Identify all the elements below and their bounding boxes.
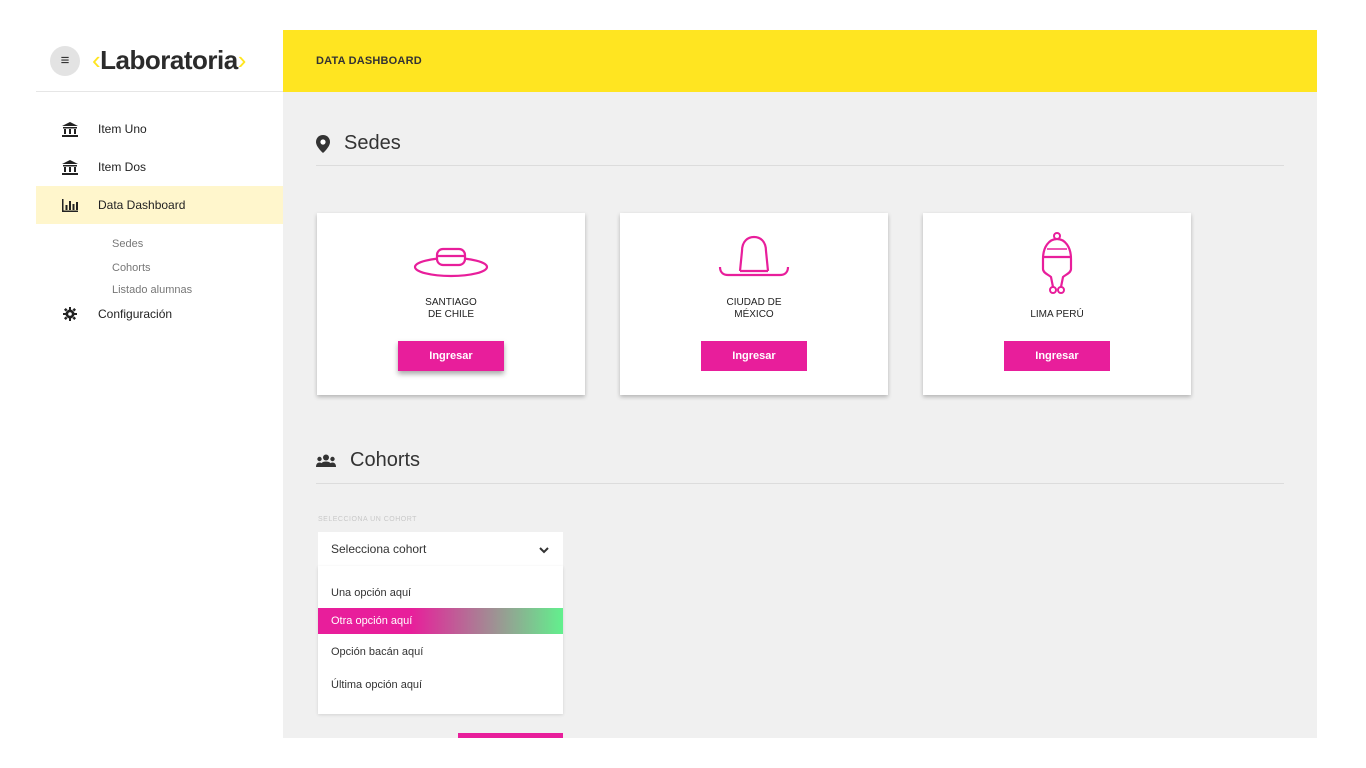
sedes-title: Sedes — [344, 132, 401, 154]
cohort-select-value: Selecciona cohort — [331, 542, 427, 556]
map-pin-icon — [316, 134, 330, 153]
cohort-dropdown-menu: Una opción aquí Otra opción aquí Opción … — [318, 566, 563, 714]
logo-text: Laboratoria — [100, 45, 238, 75]
menu-button[interactable]: ≡ — [50, 45, 80, 76]
sidebar-subitem-cohorts[interactable]: Cohorts — [36, 256, 283, 280]
cohort-select[interactable]: Selecciona cohort — [318, 532, 563, 566]
sedes-section-header: Sedes — [316, 122, 1284, 166]
hamburger-icon: ≡ — [60, 52, 70, 69]
chevron-down-icon — [539, 543, 549, 557]
ingresar-button[interactable]: Ingresar — [1004, 341, 1110, 371]
ingresar-button[interactable]: Ingresar — [701, 341, 807, 371]
sidebar-item-item-uno[interactable]: Item Uno — [36, 110, 283, 148]
sidebar-item-data-dashboard[interactable]: Data Dashboard — [36, 186, 283, 224]
top-bar: DATA DASHBOARD — [283, 30, 1317, 92]
bar-chart-icon — [60, 198, 80, 212]
cohort-select-label: SELECCIONA UN COHORT — [318, 516, 417, 523]
cohort-option[interactable]: Opción bacán aquí — [318, 634, 563, 669]
sidebar-subitem-sedes[interactable]: Sedes — [36, 232, 283, 256]
chilean-hat-icon — [411, 231, 491, 286]
bank-icon — [60, 121, 80, 137]
sidebar-item-label: Item Uno — [98, 122, 147, 136]
sidebar-item-item-dos[interactable]: Item Dos — [36, 148, 283, 186]
cohort-option[interactable]: Una opción aquí — [318, 577, 563, 608]
sede-card-santiago: SANTIAGO DE CHILE Ingresar — [317, 213, 585, 395]
sede-label: LIMA PERÚ — [1030, 309, 1084, 320]
bank-icon — [60, 159, 80, 175]
gear-icon — [60, 307, 80, 321]
page-title: DATA DASHBOARD — [316, 55, 422, 67]
cohorts-title: Cohorts — [350, 449, 421, 471]
brand-bar: ≡ ‹Laboratoria› — [36, 30, 283, 92]
cohort-option-selected[interactable]: Otra opción aquí — [318, 608, 563, 634]
ingresar-button[interactable]: Ingresar — [398, 341, 504, 371]
laboratoria-logo[interactable]: ‹Laboratoria› — [92, 45, 246, 76]
cohort-submit-button[interactable] — [458, 733, 563, 738]
sede-label: CIUDAD DE MÉXICO — [726, 297, 782, 320]
sidebar-item-label: Data Dashboard — [98, 198, 186, 212]
sede-card-lima: LIMA PERÚ Ingresar — [923, 213, 1191, 395]
app-root: ≡ ‹Laboratoria› Item Uno Item Dos Data D… — [0, 0, 1366, 768]
cohorts-section-header: Cohorts — [316, 438, 1284, 484]
logo-bracket-right: › — [237, 45, 247, 75]
sede-card-mexico: CIUDAD DE MÉXICO Ingresar — [620, 213, 888, 395]
sombrero-icon — [714, 231, 794, 290]
sidebar-item-configuracion[interactable]: Configuración — [36, 300, 283, 328]
cohort-option[interactable]: Última opción aquí — [318, 669, 563, 700]
sidebar-item-label: Configuración — [98, 307, 173, 321]
sede-label: SANTIAGO DE CHILE — [425, 297, 477, 320]
chullo-hat-icon — [1027, 231, 1087, 306]
main-content: Sedes SANTIAGO DE CHILE Ingresar CIUDAD … — [283, 92, 1317, 738]
sidebar-item-label: Item Dos — [98, 160, 147, 174]
sidebar-subitem-listado-alumnas[interactable]: Listado alumnas — [36, 280, 283, 300]
sidebar-nav: Item Uno Item Dos Data Dashboard Sedes C… — [36, 92, 283, 328]
logo-bracket-left: ‹ — [92, 45, 101, 75]
sidebar: ≡ ‹Laboratoria› Item Uno Item Dos Data D… — [36, 30, 283, 738]
users-icon — [316, 454, 336, 468]
